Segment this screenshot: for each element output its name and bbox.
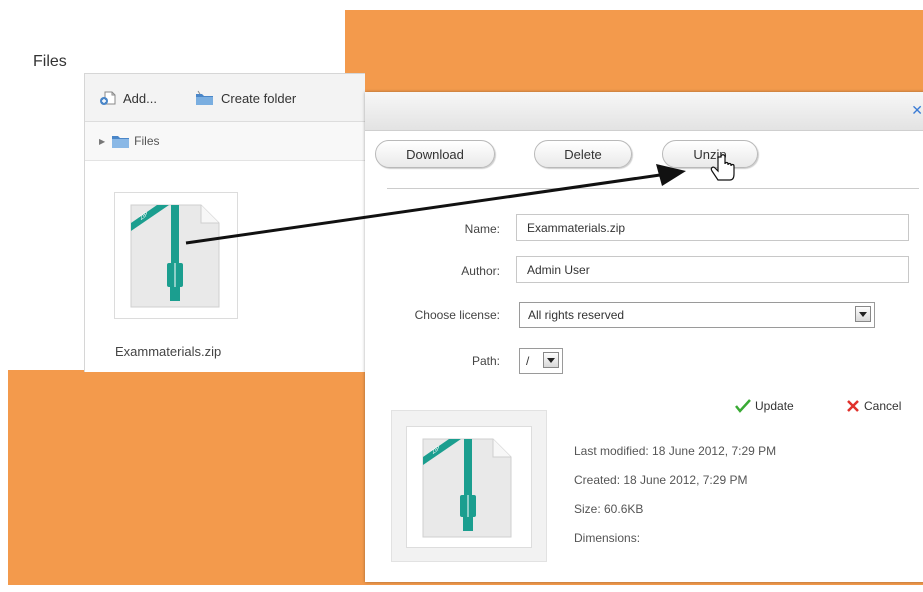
zip-file-thumbnail[interactable]: ZIP — [114, 192, 238, 319]
name-label: Name: — [464, 222, 500, 236]
path-select[interactable]: / — [519, 348, 563, 374]
update-button[interactable]: Update — [735, 399, 794, 413]
path-label: Path: — [471, 354, 500, 368]
license-label: Choose license: — [414, 308, 500, 322]
file-name-label[interactable]: Exammaterials.zip — [115, 344, 221, 359]
name-field[interactable]: Exammaterials.zip — [516, 214, 909, 241]
author-label: Author: — [461, 264, 500, 278]
files-section-title: Files — [33, 53, 67, 70]
file-preview: ZIP — [391, 410, 547, 562]
license-selected-value: All rights reserved — [528, 308, 625, 322]
file-manager-toolbar: Add... Create folder — [85, 74, 365, 122]
zip-file-icon: ZIP — [130, 204, 220, 308]
add-file-button[interactable]: Add... — [99, 90, 157, 106]
zip-file-icon: ZIP — [422, 438, 512, 538]
size-text: Size: 60.6KB — [574, 502, 644, 516]
update-label: Update — [755, 399, 794, 413]
cancel-button[interactable]: Cancel — [846, 399, 901, 413]
add-file-label: Add... — [123, 90, 157, 106]
delete-button[interactable]: Delete — [534, 140, 632, 168]
dialog-header: ✕ — [365, 92, 923, 131]
dimensions-text: Dimensions: — [574, 531, 641, 545]
file-manager-panel: Add... Create folder ▶ Files ZIP Exammat… — [84, 73, 365, 372]
license-select[interactable]: All rights reserved — [519, 302, 875, 328]
checkmark-icon — [735, 399, 751, 413]
expand-arrow-icon[interactable]: ▶ — [99, 137, 105, 146]
breadcrumb-files-link[interactable]: Files — [134, 134, 159, 148]
folder-icon — [112, 135, 130, 148]
create-folder-button[interactable]: Create folder — [195, 90, 296, 106]
author-field[interactable]: Admin User — [516, 256, 909, 283]
bottom-strip — [0, 585, 923, 592]
add-file-icon — [100, 91, 116, 105]
file-details-dialog: ✕ Download Delete Unzip Name: Exammateri… — [365, 92, 923, 582]
unzip-button[interactable]: Unzip — [662, 140, 758, 168]
download-button[interactable]: Download — [375, 140, 495, 168]
created-text: Created: 18 June 2012, 7:29 PM — [574, 473, 748, 487]
breadcrumb: ▶ Files — [85, 122, 365, 161]
cancel-icon — [847, 400, 859, 412]
preview-thumbnail: ZIP — [406, 426, 532, 548]
divider — [387, 188, 919, 189]
cancel-label: Cancel — [864, 399, 902, 413]
path-selected-value: / — [526, 354, 530, 368]
create-folder-icon — [196, 90, 213, 105]
chevron-down-icon[interactable] — [855, 306, 871, 322]
last-modified-text: Last modified: 18 June 2012, 7:29 PM — [574, 444, 777, 458]
chevron-down-icon[interactable] — [543, 352, 559, 368]
create-folder-label: Create folder — [221, 90, 297, 106]
close-icon[interactable]: ✕ — [911, 102, 923, 119]
